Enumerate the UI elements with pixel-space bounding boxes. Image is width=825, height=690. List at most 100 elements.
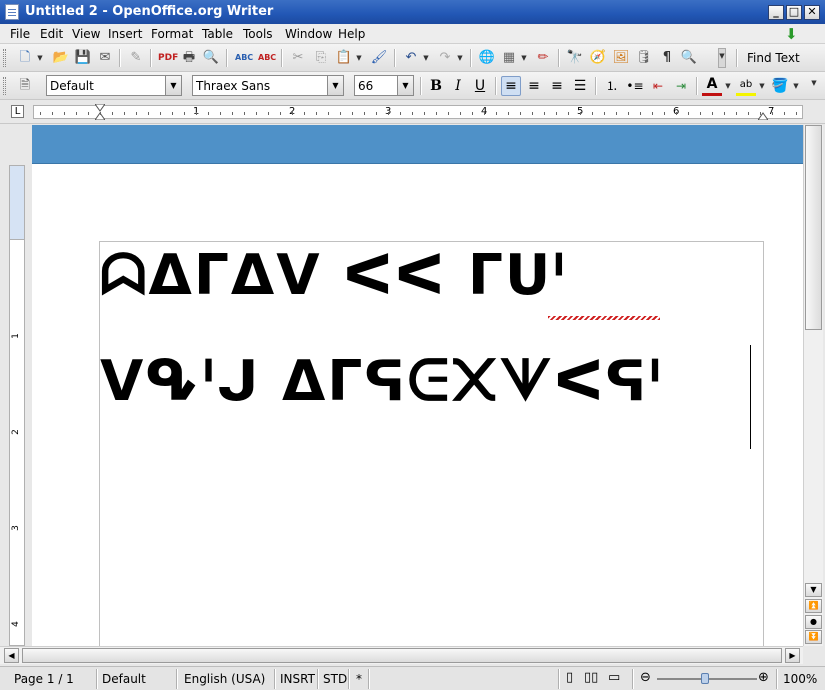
toolbar-overflow-icon[interactable]: ▼ bbox=[718, 48, 726, 68]
previous-page-button[interactable]: ⏫ bbox=[805, 599, 822, 613]
gallery-icon[interactable]: 🖼 bbox=[612, 49, 630, 67]
menu-format[interactable]: Format bbox=[151, 27, 193, 41]
next-page-button[interactable]: ⏬ bbox=[805, 630, 822, 644]
menu-window[interactable]: Window bbox=[285, 27, 332, 41]
insert-mode-indicator[interactable]: INSRT bbox=[280, 672, 315, 686]
hyperlink-icon[interactable]: 🌐 bbox=[478, 49, 496, 67]
single-page-view-icon[interactable]: ▯ bbox=[566, 670, 573, 685]
close-button[interactable]: ✕ bbox=[804, 5, 820, 20]
highlighting-dropdown-icon[interactable]: ▼ bbox=[758, 79, 766, 93]
clone-formatting-icon[interactable]: 🖌 bbox=[370, 49, 388, 67]
font-name-combo[interactable]: Thraex Sans ▼ bbox=[192, 75, 344, 96]
autospellcheck-icon[interactable]: ABC bbox=[258, 49, 276, 67]
menu-edit[interactable]: Edit bbox=[40, 27, 63, 41]
redo-icon[interactable]: ↷ bbox=[436, 49, 454, 67]
book-view-icon[interactable]: ▭ bbox=[608, 670, 620, 685]
font-color-dropdown-icon[interactable]: ▼ bbox=[724, 79, 732, 93]
background-color-dropdown-icon[interactable]: ▼ bbox=[792, 79, 800, 93]
bullets-icon[interactable]: •≡ bbox=[625, 76, 645, 96]
edit-file-icon[interactable]: ✎ bbox=[127, 49, 145, 67]
email-document-icon[interactable]: ✉ bbox=[96, 49, 114, 67]
scroll-down-button[interactable]: ▼ bbox=[805, 583, 822, 597]
print-icon[interactable]: 🖶 bbox=[180, 49, 198, 67]
table-dropdown-icon[interactable]: ▼ bbox=[520, 51, 528, 65]
zoom-in-icon[interactable]: ⊕ bbox=[758, 670, 769, 685]
scroll-right-button[interactable]: ▶ bbox=[785, 648, 800, 663]
menu-help[interactable]: Help bbox=[338, 27, 365, 41]
chevron-down-icon[interactable]: ▼ bbox=[327, 76, 343, 95]
paste-dropdown-icon[interactable]: ▼ bbox=[355, 51, 363, 65]
spellcheck-icon[interactable]: ABC bbox=[235, 49, 253, 67]
chevron-down-icon[interactable]: ▼ bbox=[165, 76, 181, 95]
data-sources-icon[interactable]: 🛢 bbox=[635, 49, 653, 67]
page-style-indicator[interactable]: Default bbox=[102, 672, 146, 686]
zoom-level[interactable]: 100% bbox=[783, 672, 817, 686]
copy-icon[interactable]: ⎘ bbox=[312, 49, 330, 67]
document-line-1[interactable]: ᗣᐃᒥᐃᐯ ᐸᐸ ᒥᑌᑊ bbox=[100, 243, 567, 309]
open-folder-icon[interactable]: 📂 bbox=[52, 49, 70, 67]
align-center-icon[interactable]: ≡ bbox=[524, 76, 544, 96]
toolbar-overflow-icon[interactable]: ▼ bbox=[810, 76, 818, 96]
redo-dropdown-icon[interactable]: ▼ bbox=[456, 51, 464, 65]
zoom-icon[interactable]: 🔍 bbox=[680, 49, 698, 67]
toolbar-grip[interactable] bbox=[3, 77, 6, 95]
horizontal-scroll-thumb[interactable] bbox=[22, 648, 782, 663]
italic-button[interactable]: I bbox=[448, 76, 468, 96]
formatting-marks-icon[interactable]: ¶ bbox=[658, 49, 676, 67]
highlighting-icon[interactable]: ab bbox=[736, 76, 756, 96]
menu-insert[interactable]: Insert bbox=[108, 27, 142, 41]
document-modified-indicator[interactable]: * bbox=[356, 672, 362, 686]
page-indicator[interactable]: Page 1 / 1 bbox=[14, 672, 74, 686]
increase-indent-icon[interactable]: ⇥ bbox=[671, 76, 691, 96]
find-replace-icon[interactable]: 🔭 bbox=[566, 49, 584, 67]
scroll-left-button[interactable]: ◀ bbox=[4, 648, 19, 663]
numbering-icon[interactable]: ⒈ bbox=[602, 76, 622, 96]
bold-button[interactable]: B bbox=[426, 76, 446, 96]
maximize-button[interactable]: □ bbox=[786, 5, 802, 20]
export-pdf-icon[interactable]: PDF bbox=[158, 49, 178, 67]
menu-file[interactable]: File bbox=[10, 27, 30, 41]
paragraph-style-combo[interactable]: Default ▼ bbox=[46, 75, 182, 96]
font-color-icon[interactable]: A bbox=[702, 76, 722, 96]
minimize-button[interactable]: _ bbox=[768, 5, 784, 20]
menu-table[interactable]: Table bbox=[202, 27, 233, 41]
print-preview-icon[interactable]: 🔍 bbox=[202, 49, 220, 67]
navigation-button[interactable]: ● bbox=[805, 615, 822, 629]
show-draw-functions-icon[interactable]: ✏ bbox=[534, 49, 552, 67]
language-indicator[interactable]: English (USA) bbox=[184, 672, 265, 686]
table-icon[interactable]: ▦ bbox=[500, 49, 518, 67]
cut-icon[interactable]: ✂ bbox=[289, 49, 307, 67]
find-text-label[interactable]: Find Text bbox=[747, 51, 800, 65]
save-icon[interactable]: 💾 bbox=[74, 49, 92, 67]
font-size-combo[interactable]: 66 ▼ bbox=[354, 75, 414, 96]
new-dropdown-icon[interactable]: ▼ bbox=[36, 51, 44, 65]
selection-mode-indicator[interactable]: STD bbox=[323, 672, 347, 686]
align-right-icon[interactable]: ≡ bbox=[547, 76, 567, 96]
update-download-icon[interactable]: ⬇ bbox=[785, 25, 798, 43]
toolbar-grip[interactable] bbox=[3, 49, 6, 67]
vertical-scrollbar[interactable]: ▼ ⏫ ● ⏬ bbox=[803, 125, 823, 646]
justify-icon[interactable]: ☰ bbox=[570, 76, 590, 96]
chevron-down-icon[interactable]: ▼ bbox=[397, 76, 413, 95]
horizontal-scrollbar[interactable]: ◀ ▶ bbox=[0, 646, 803, 664]
zoom-out-icon[interactable]: ⊖ bbox=[640, 670, 651, 685]
document-line-2[interactable]: ᐯᕴᑊᒍ ᐃᒥᕋᕮ᙭ᗐᐸᕋᑊ bbox=[100, 349, 663, 415]
vertical-scroll-thumb[interactable] bbox=[805, 125, 822, 330]
menu-tools[interactable]: Tools bbox=[243, 27, 273, 41]
multi-page-view-icon[interactable]: ▯▯ bbox=[584, 670, 598, 685]
underline-button[interactable]: U bbox=[470, 76, 490, 96]
background-color-icon[interactable]: 🪣 bbox=[770, 76, 790, 96]
new-document-icon[interactable]: 🗋 bbox=[16, 49, 34, 67]
decrease-indent-icon[interactable]: ⇤ bbox=[648, 76, 668, 96]
paste-icon[interactable]: 📋 bbox=[335, 49, 353, 67]
navigator-icon[interactable]: 🧭 bbox=[589, 49, 607, 67]
undo-dropdown-icon[interactable]: ▼ bbox=[422, 51, 430, 65]
styles-formatting-icon[interactable]: 🗎 bbox=[16, 77, 34, 95]
document-area[interactable]: ᗣᐃᒥᐃᐯ ᐸᐸ ᒥᑌᑊ ᐯᕴᑊᒍ ᐃᒥᕋᕮ᙭ᗐᐸᕋᑊ bbox=[32, 125, 803, 646]
menu-view[interactable]: View bbox=[72, 27, 100, 41]
undo-icon[interactable]: ↶ bbox=[402, 49, 420, 67]
zoom-slider-handle[interactable] bbox=[701, 673, 709, 684]
tab-type-selector[interactable]: L bbox=[11, 105, 24, 118]
align-left-icon[interactable]: ≡ bbox=[501, 76, 521, 96]
ruler-tick bbox=[604, 112, 605, 115]
